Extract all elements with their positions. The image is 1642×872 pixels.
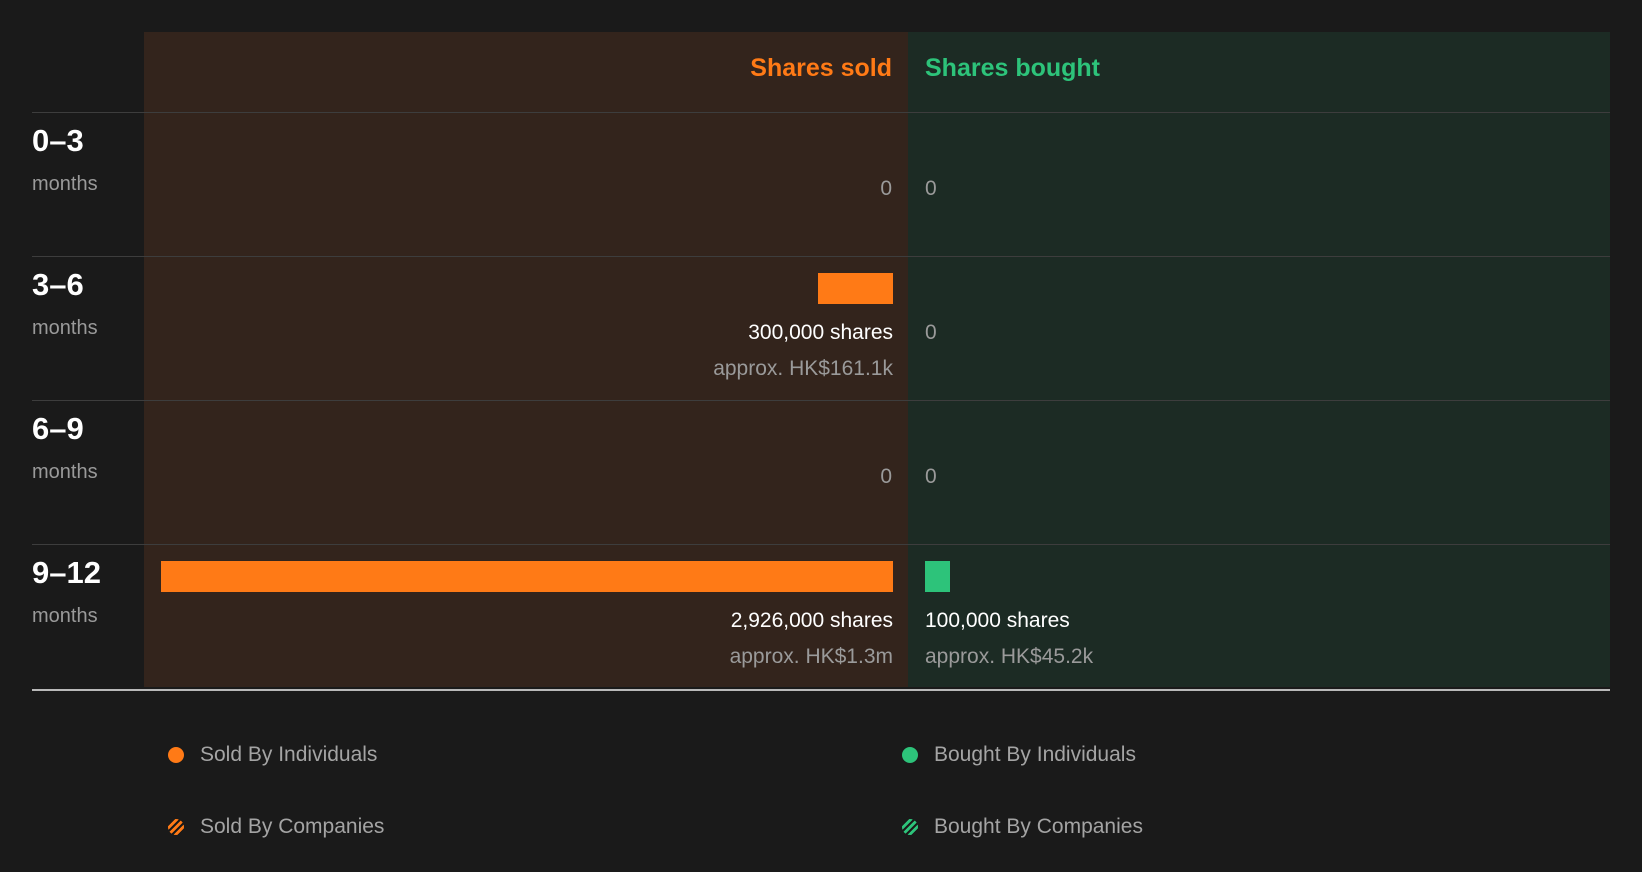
sold-value-label: approx. HK$1.3m (729, 645, 893, 668)
insider-trading-chart: Shares sold Shares bought 0–3 months 0 0 3–6… (0, 0, 1642, 691)
bought-shares-label: 100,000 shares (925, 609, 1070, 632)
bought-zero-label: 0 (925, 177, 937, 200)
sold-zero-label: 0 (880, 465, 892, 488)
period-unit-label: months (32, 605, 98, 627)
chart-row: 6–9 months 0 0 (32, 400, 1610, 545)
legend-label: Sold By Companies (200, 815, 385, 838)
legend-item: Sold By Individuals (168, 743, 377, 767)
bought-bar (925, 561, 950, 592)
legend-item: Bought By Individuals (902, 743, 1136, 767)
bought-zero-label: 0 (925, 465, 937, 488)
period-label: 9–12 (32, 555, 101, 590)
chart-row: 3–6 months 300,000 shares approx. HK$161.1k… (32, 256, 1610, 401)
sold-shares-label: 300,000 shares (748, 321, 893, 344)
sold-zero-label: 0 (880, 177, 892, 200)
bought-zero-label: 0 (925, 321, 937, 344)
period-label: 3–6 (32, 267, 84, 302)
legend-striped-dot-icon (168, 819, 184, 835)
period-label: 0–3 (32, 123, 84, 158)
period-unit-label: months (32, 317, 98, 339)
legend-dot-icon (902, 747, 918, 763)
sold-bar (161, 561, 893, 592)
chart-row: 0–3 months 0 0 (32, 112, 1610, 257)
legend-label: Bought By Individuals (934, 743, 1136, 766)
legend-item: Sold By Companies (168, 815, 384, 839)
chart-row: 9–12 months 2,926,000 shares approx. HK$1.3… (32, 544, 1610, 691)
period-unit-label: months (32, 173, 98, 195)
legend-label: Bought By Companies (934, 815, 1143, 838)
sold-bar (818, 273, 893, 304)
shares-bought-header: Shares bought (925, 54, 1101, 82)
period-unit-label: months (32, 461, 98, 483)
legend-dot-icon (168, 747, 184, 763)
legend-label: Sold By Individuals (200, 743, 378, 766)
sold-shares-label: 2,926,000 shares (730, 609, 893, 632)
sold-value-label: approx. HK$161.1k (713, 357, 893, 380)
legend-striped-dot-icon (902, 819, 918, 835)
bought-value-label: approx. HK$45.2k (925, 645, 1094, 668)
shares-sold-header: Shares sold (750, 54, 892, 82)
legend-item: Bought By Companies (902, 815, 1143, 839)
period-label: 6–9 (32, 411, 84, 446)
